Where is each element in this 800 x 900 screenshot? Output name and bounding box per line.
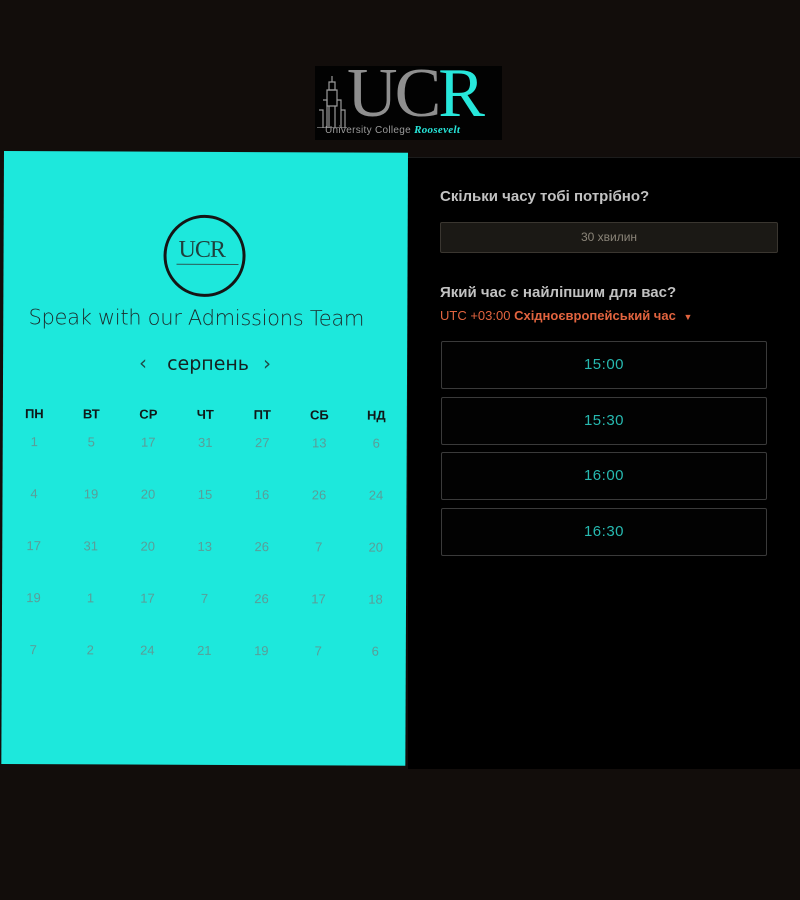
weekday-label: НД <box>366 407 386 423</box>
calendar-day[interactable]: 17 <box>290 591 347 643</box>
timezone-select[interactable]: UTC +03:00 Східноєвропейський час ▼ <box>440 308 692 323</box>
timezone-offset: UTC +03:00 <box>440 308 511 323</box>
calendar-day[interactable]: 20 <box>347 540 404 592</box>
calendar-day[interactable]: 2 <box>62 642 119 694</box>
ucr-logo: UCR University College Roosevelt <box>315 59 502 140</box>
calendar-day[interactable]: 16 <box>233 487 290 539</box>
time-slot[interactable]: 16:00 <box>441 452 767 500</box>
calendar-day[interactable]: 6 <box>347 644 404 696</box>
calendar-day[interactable]: 7 <box>5 642 62 694</box>
calendar-day[interactable]: 7 <box>290 643 347 695</box>
time-panel: Скільки часу тобі потрібно? 30 хвилин Як… <box>408 157 800 769</box>
calendar-day[interactable]: 13 <box>291 435 348 487</box>
calendar-days: 1 5 17 31 27 13 6 4 19 20 15 16 26 24 17 31 20 13 26 7 20 19 1… <box>2 434 403 696</box>
calendar-day[interactable]: 5 <box>63 434 120 486</box>
chevron-right-icon[interactable]: › <box>259 351 275 376</box>
calendar-day[interactable]: 20 <box>119 539 176 591</box>
calendar-day[interactable]: 24 <box>119 643 176 695</box>
round-logo-underline <box>176 263 239 269</box>
logo-subtitle: University College Roosevelt <box>325 124 461 136</box>
calendar-day[interactable]: 27 <box>234 435 291 487</box>
month-label: серпень <box>167 352 250 376</box>
calendar-day[interactable]: 19 <box>233 643 290 695</box>
round-logo-text: UCR <box>178 236 225 263</box>
calendar-day[interactable]: 26 <box>233 539 290 591</box>
ucr-round-logo: UCR <box>163 214 246 298</box>
calendar-day[interactable]: 19 <box>5 590 62 642</box>
timezone-name: Східноєвропейський час <box>514 308 676 323</box>
calendar-day[interactable]: 17 <box>120 435 177 487</box>
calendar-day[interactable]: 13 <box>176 539 233 591</box>
weekday-label: ЧТ <box>196 406 214 422</box>
weekday-label: ПН <box>24 406 44 422</box>
tower-icon <box>317 76 347 128</box>
calendar-day[interactable]: 6 <box>348 436 405 488</box>
calendar-day[interactable]: 7 <box>290 539 347 591</box>
calendar-day[interactable]: 26 <box>233 591 290 643</box>
calendar-day[interactable]: 17 <box>119 591 176 643</box>
chevron-left-icon[interactable]: ‹ <box>135 351 151 376</box>
time-question: Який час є найліпшим для вас? <box>440 284 677 301</box>
caret-down-icon: ▼ <box>683 312 693 322</box>
calendar-day[interactable]: 21 <box>176 643 233 695</box>
month-navigator: ‹ серпень › <box>133 351 283 379</box>
calendar-day[interactable]: 7 <box>176 591 233 643</box>
page-title: Speak with our Admissions Team <box>28 305 365 331</box>
calendar-day[interactable]: 31 <box>177 435 234 487</box>
time-slot[interactable]: 15:30 <box>441 397 767 445</box>
calendar-day[interactable]: 26 <box>290 487 347 539</box>
calendar-day[interactable]: 19 <box>62 486 119 538</box>
calendar-day[interactable]: 18 <box>347 592 404 644</box>
calendar-day[interactable]: 1 <box>62 590 119 642</box>
calendar-day[interactable]: 1 <box>6 434 63 486</box>
weekday-label: СБ <box>309 407 329 423</box>
weekday-label: СР <box>139 406 158 422</box>
weekday-header: ПН ВТ СР ЧТ ПТ СБ НД <box>3 406 403 423</box>
logo-letters: UCR <box>347 55 485 132</box>
calendar-panel: UCR Speak with our Admissions Team ‹ сер… <box>1 151 408 766</box>
time-slot[interactable]: 15:00 <box>441 341 767 389</box>
calendar-day[interactable]: 15 <box>176 487 233 539</box>
duration-select[interactable]: 30 хвилин <box>440 222 778 253</box>
calendar-day[interactable]: 24 <box>347 488 404 540</box>
duration-question: Скільки часу тобі потрібно? <box>440 188 650 205</box>
time-slot[interactable]: 16:30 <box>441 508 767 556</box>
calendar-day[interactable]: 31 <box>62 538 119 590</box>
calendar-day[interactable]: 17 <box>5 538 62 590</box>
weekday-label: ПТ <box>253 407 272 423</box>
weekday-label: ВТ <box>82 406 100 422</box>
calendar-day[interactable]: 4 <box>5 486 62 538</box>
calendar-day[interactable]: 20 <box>119 487 176 539</box>
